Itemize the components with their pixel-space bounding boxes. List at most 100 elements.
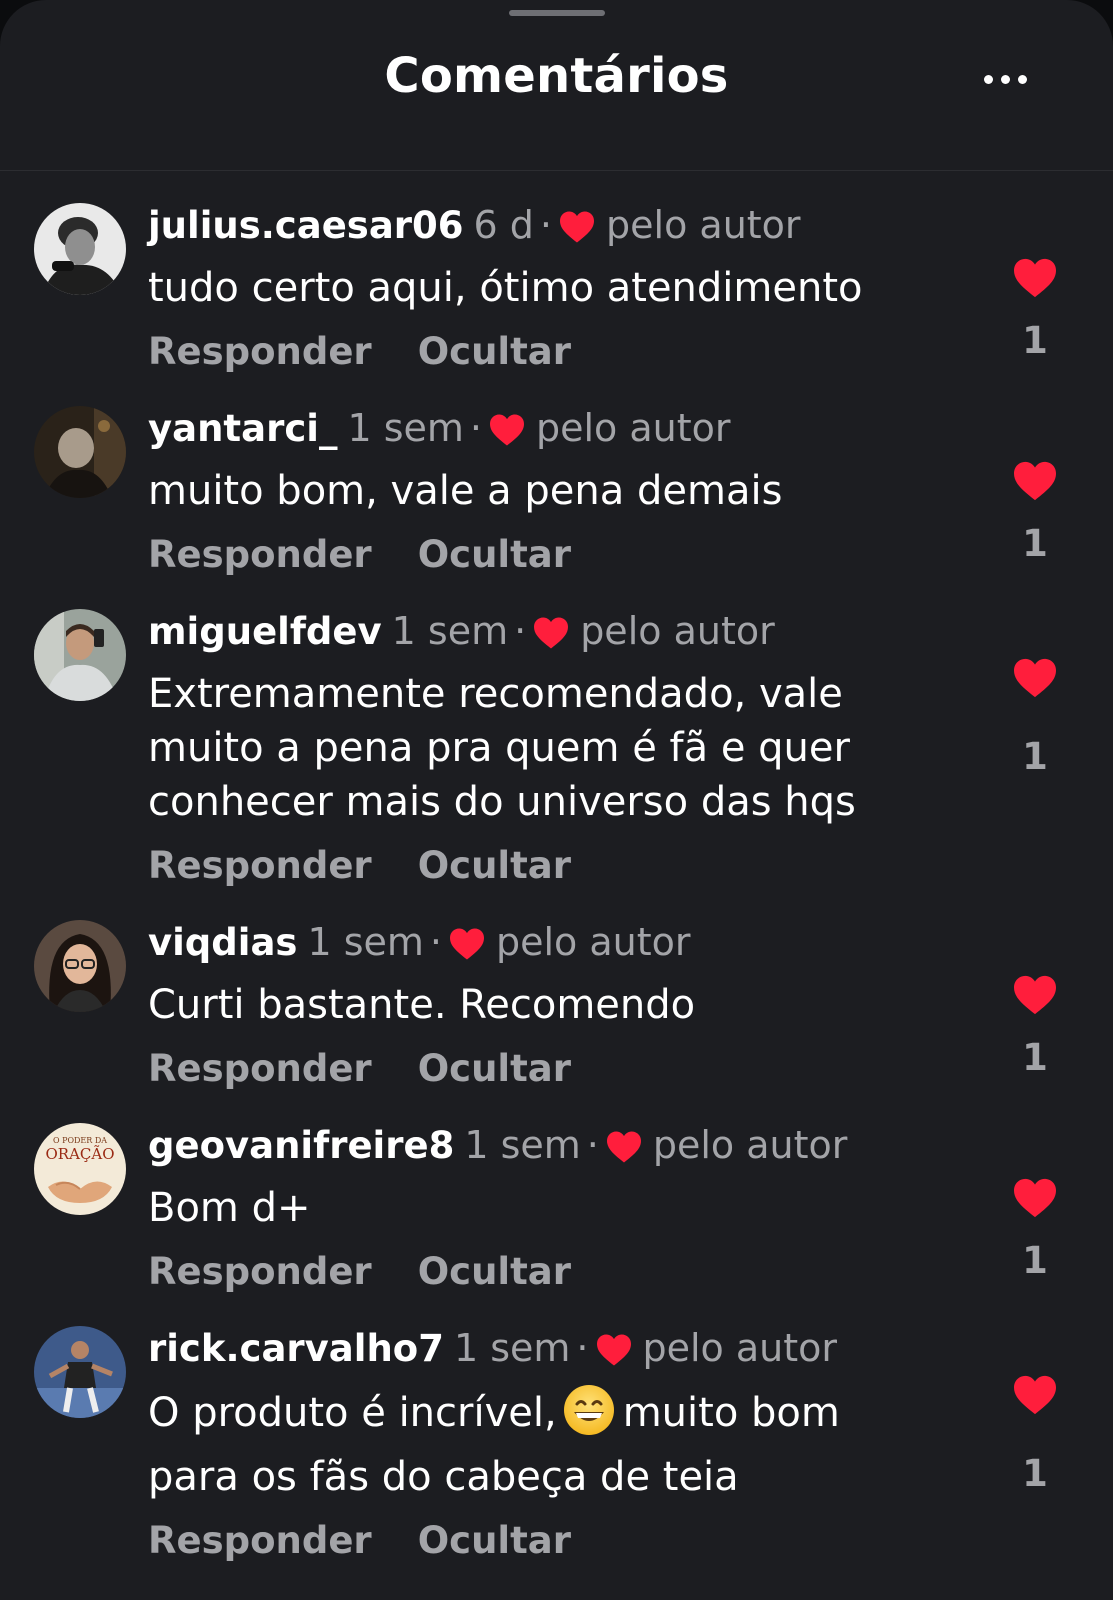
liked-by-author-label: pelo autor [606, 203, 801, 247]
more-dot-icon [983, 74, 993, 84]
avatar[interactable] [34, 1326, 126, 1418]
avatar[interactable]: O PODER DA ORAÇÃO [34, 1123, 126, 1215]
like-control: 1 [1010, 257, 1060, 363]
more-dot-icon [1017, 74, 1027, 84]
like-count: 1 [1022, 522, 1048, 565]
like-count: 1 [1022, 1036, 1048, 1079]
comment-username[interactable]: julius.caesar06 [148, 204, 464, 247]
liked-by-author-label: pelo autor [580, 609, 775, 653]
like-heart-icon[interactable] [1012, 657, 1058, 699]
liked-by-author-label: pelo autor [536, 406, 731, 450]
comment-time: 1 sem [464, 1123, 581, 1167]
hide-button[interactable]: Ocultar [418, 1042, 571, 1096]
hide-button[interactable]: Ocultar [418, 1514, 571, 1568]
comment-time: 1 sem [391, 609, 509, 653]
comment-actions: Responder Ocultar [148, 1514, 928, 1568]
hide-button[interactable]: Ocultar [418, 1245, 571, 1299]
avatar-logo-text-top: O PODER DA [53, 1136, 107, 1145]
like-heart-icon[interactable] [1012, 1374, 1058, 1416]
like-control: 1 [1010, 460, 1060, 566]
comment-text: muito bom, vale a pena demais [148, 468, 783, 514]
like-heart-icon[interactable] [1012, 1177, 1058, 1219]
liked-by-author-label: pelo autor [642, 1326, 838, 1370]
more-options-button[interactable] [975, 64, 1035, 94]
comment-username[interactable]: geovanifreire8 [148, 1124, 454, 1167]
comment-item: rick.carvalho7 1 sem · pelo autor O produto… [0, 1326, 1113, 1568]
author-heart-icon [558, 209, 596, 253]
liked-by-author-label: pelo autor [652, 1123, 848, 1167]
comment-time: 1 sem [347, 406, 464, 450]
comment-username[interactable]: miguelfdev [148, 610, 382, 653]
reply-button[interactable]: Responder [148, 1245, 372, 1299]
comment-meta: yantarci_ 1 sem · pelo autor [148, 406, 928, 450]
like-control: 1 [1010, 1374, 1060, 1496]
comment-actions: Responder Ocultar [148, 325, 928, 379]
meta-separator: · [539, 203, 553, 247]
comments-sheet: Comentários julius.caesar06 6 d · pelo au [0, 0, 1113, 1600]
like-heart-icon[interactable] [1012, 257, 1058, 299]
avatar-logo-text-main: ORAÇÃO [45, 1145, 114, 1163]
hide-button[interactable]: Ocultar [418, 839, 571, 893]
comment-list: julius.caesar06 6 d · pelo autor tudo certo… [0, 171, 1113, 1568]
like-control: 1 [1010, 974, 1060, 1080]
comment-username[interactable]: yantarci_ [148, 407, 337, 450]
author-heart-icon [448, 926, 486, 970]
comment-meta: rick.carvalho7 1 sem · pelo autor [148, 1326, 928, 1370]
comment-actions: Responder Ocultar [148, 1245, 928, 1299]
reply-button[interactable]: Responder [148, 325, 372, 379]
like-count: 1 [1022, 319, 1048, 362]
comment-time: 1 sem [453, 1326, 571, 1370]
comment-meta: miguelfdev 1 sem · pelo autor [148, 609, 928, 653]
like-heart-icon[interactable] [1012, 460, 1058, 502]
comment-username[interactable]: rick.carvalho7 [148, 1327, 444, 1370]
comment-actions: Responder Ocultar [148, 839, 928, 893]
comment-text: Curti bastante. Recomendo [148, 982, 696, 1028]
author-heart-icon [532, 615, 570, 659]
meta-separator: · [514, 609, 527, 653]
comment-item: miguelfdev 1 sem · pelo autor Extremamente … [0, 609, 1113, 893]
reply-button[interactable]: Responder [148, 839, 372, 893]
comment-text: Bom d+ [148, 1185, 311, 1231]
hide-button[interactable]: Ocultar [418, 528, 571, 582]
grinning-face-emoji-icon [563, 1384, 615, 1450]
meta-separator: · [576, 1326, 589, 1370]
page-title: Comentários [384, 48, 729, 104]
comment-item: O PODER DA ORAÇÃO geovanifreire8 1 sem · pe… [0, 1123, 1113, 1299]
avatar[interactable] [34, 203, 126, 295]
more-dot-icon [1000, 74, 1010, 84]
comment-text-part: O produto é incrível, [148, 1390, 557, 1436]
comment-text: tudo certo aqui, ótimo atendimento [148, 265, 863, 311]
comment-text: O produto é incrível, muito bom para os f… [148, 1384, 928, 1504]
comment-meta: geovanifreire8 1 sem · pelo autor [148, 1123, 928, 1167]
like-heart-icon[interactable] [1012, 974, 1058, 1016]
comment-actions: Responder Ocultar [148, 1042, 928, 1096]
comment-item: yantarci_ 1 sem · pelo autor muito bom, val… [0, 406, 1113, 582]
like-count: 1 [1022, 735, 1048, 778]
like-count: 1 [1022, 1239, 1048, 1282]
avatar[interactable] [34, 609, 126, 701]
meta-separator: · [586, 1123, 599, 1167]
meta-separator: · [469, 406, 482, 450]
like-control: 1 [1010, 657, 1060, 779]
like-count: 1 [1022, 1452, 1048, 1495]
comment-meta: viqdias 1 sem · pelo autor [148, 920, 928, 964]
author-heart-icon [605, 1129, 643, 1173]
comment-time: 1 sem [307, 920, 424, 964]
avatar[interactable] [34, 406, 126, 498]
like-control: 1 [1010, 1177, 1060, 1283]
comment-item: viqdias 1 sem · pelo autor Curti bastante. … [0, 920, 1113, 1096]
author-heart-icon [595, 1332, 633, 1376]
avatar[interactable] [34, 920, 126, 1012]
comment-item: julius.caesar06 6 d · pelo autor tudo certo… [0, 203, 1113, 379]
meta-separator: · [429, 920, 442, 964]
liked-by-author-label: pelo autor [496, 920, 691, 964]
comment-text: Extremamente recomendado, vale muito a p… [148, 671, 856, 825]
hide-button[interactable]: Ocultar [418, 325, 571, 379]
author-heart-icon [488, 412, 526, 456]
comment-meta: julius.caesar06 6 d · pelo autor [148, 203, 928, 247]
comment-username[interactable]: viqdias [148, 921, 297, 964]
reply-button[interactable]: Responder [148, 1514, 372, 1568]
reply-button[interactable]: Responder [148, 528, 372, 582]
comment-time: 6 d [473, 203, 534, 247]
reply-button[interactable]: Responder [148, 1042, 372, 1096]
